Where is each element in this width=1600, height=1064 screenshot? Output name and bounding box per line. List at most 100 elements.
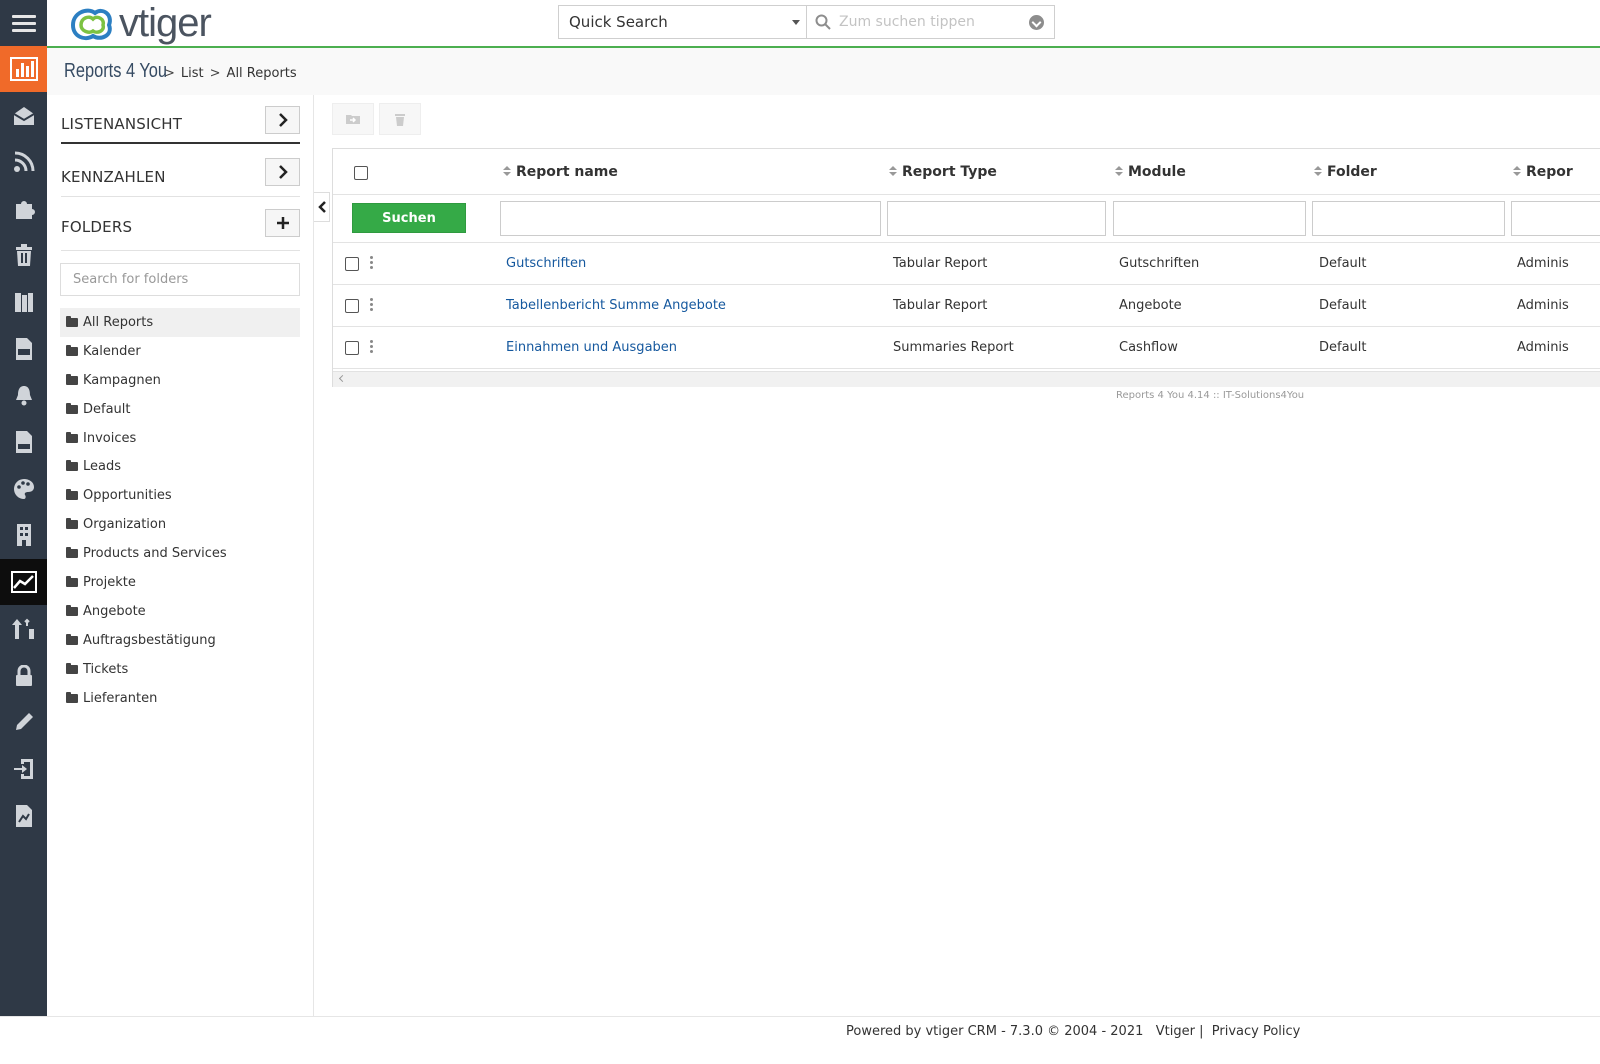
delete-button[interactable]	[379, 103, 421, 135]
move-to-folder-button[interactable]	[332, 103, 374, 135]
area-chart-icon[interactable]	[0, 559, 47, 605]
row-checkbox[interactable]	[345, 257, 359, 271]
folder-item-all-reports[interactable]: All Reports	[60, 308, 300, 337]
folder-label: Default	[83, 401, 131, 417]
folder-item[interactable]: Kampagnen	[60, 366, 300, 395]
column-header-folder[interactable]: Folder	[1314, 164, 1377, 180]
row-checkbox[interactable]	[345, 341, 359, 355]
folder-item[interactable]: Lieferanten	[60, 684, 300, 713]
folder-item[interactable]: Products and Services	[60, 539, 300, 568]
row-actions-icon[interactable]	[370, 256, 373, 270]
plus-icon	[276, 217, 289, 229]
quick-search-box[interactable]	[807, 5, 1055, 39]
chevron-right-icon	[278, 165, 288, 179]
puzzle-icon[interactable]	[0, 186, 47, 232]
report-type-cell: Summaries Report	[893, 340, 1014, 355]
kpis-title[interactable]: KENNZAHLEN	[61, 168, 166, 186]
owner-cell: Adminis	[1517, 340, 1569, 355]
import-icon[interactable]	[0, 746, 47, 792]
scroll-left-icon[interactable]	[338, 374, 347, 383]
folder-item[interactable]: Default	[60, 395, 300, 424]
filter-folder-input[interactable]	[1312, 201, 1505, 236]
sort-icon[interactable]	[0, 606, 47, 652]
column-header-label: Module	[1128, 164, 1186, 180]
vtiger-logo[interactable]: vtiger	[65, 1, 212, 45]
footer-vtiger-link[interactable]: Vtiger	[1156, 1024, 1195, 1039]
bar-chart-icon[interactable]	[0, 46, 47, 92]
list-view-title[interactable]: LISTENANSICHT	[61, 115, 182, 133]
folder-item[interactable]: Opportunities	[60, 481, 300, 510]
report-name-link[interactable]: Tabellenbericht Summe Angebote	[506, 298, 726, 313]
filter-module-input[interactable]	[1113, 201, 1306, 236]
rss-icon[interactable]	[0, 139, 47, 185]
chevron-right-icon	[278, 113, 288, 127]
palette-icon[interactable]	[0, 466, 47, 512]
row-checkbox[interactable]	[345, 299, 359, 313]
folder-item[interactable]: Invoices	[60, 424, 300, 453]
collapse-panel-button[interactable]	[314, 192, 330, 222]
folder-item[interactable]: Kalender	[60, 337, 300, 366]
book-icon[interactable]	[0, 279, 47, 325]
filter-report-type-input[interactable]	[887, 201, 1106, 236]
row-actions-icon[interactable]	[370, 298, 373, 312]
column-header-report-owner[interactable]: Repor	[1513, 164, 1573, 180]
table-header-row: Report name Report Type Module Folder Re…	[333, 149, 1600, 195]
folder-cell: Default	[1319, 298, 1367, 313]
filter-report-name-input[interactable]	[500, 201, 881, 236]
envelope-icon[interactable]	[0, 93, 47, 139]
mail-template-icon[interactable]	[0, 419, 47, 465]
logo-text: vtiger	[119, 1, 212, 45]
filter-row: Suchen	[333, 195, 1600, 243]
breadcrumb-module[interactable]: Reports 4 You	[64, 60, 167, 83]
folder-label: Invoices	[83, 430, 137, 446]
breadcrumb-list[interactable]: List	[181, 66, 204, 81]
quick-search-input[interactable]	[839, 10, 1019, 34]
search-button[interactable]: Suchen	[352, 203, 466, 233]
list-view-underline	[61, 142, 300, 144]
folder-search-input[interactable]	[60, 263, 300, 296]
row-actions-icon[interactable]	[370, 340, 373, 354]
column-header-label: Report Type	[902, 164, 997, 180]
divider	[61, 196, 300, 197]
folder-item[interactable]: Tickets	[60, 655, 300, 684]
folder-icon	[66, 402, 78, 414]
folder-icon	[66, 662, 78, 674]
list-view-expand-button[interactable]	[265, 106, 300, 134]
column-header-report-type[interactable]: Report Type	[889, 164, 997, 180]
footer-text: Powered by vtiger CRM - 7.3.0 © 2004 - 2…	[846, 1024, 1300, 1039]
report-name-link[interactable]: Gutschriften	[506, 256, 586, 271]
menu-toggle-icon[interactable]	[0, 0, 47, 46]
advanced-search-chevron-icon[interactable]	[1029, 15, 1044, 30]
horizontal-scrollbar[interactable]	[333, 371, 1600, 387]
building-icon[interactable]	[0, 512, 47, 558]
column-header-module[interactable]: Module	[1115, 164, 1186, 180]
report-file-icon[interactable]	[0, 793, 47, 839]
footer-powered-by: Powered by vtiger CRM - 7.3.0 © 2004 - 2…	[846, 1024, 1144, 1039]
table-row[interactable]: Tabellenbericht Summe Angebote Tabular R…	[333, 285, 1600, 327]
pdf-icon[interactable]	[0, 326, 47, 372]
sort-icon	[1314, 166, 1322, 178]
select-all-checkbox[interactable]	[354, 166, 368, 180]
table-row[interactable]: Einnahmen und Ausgaben Summaries Report …	[333, 327, 1600, 369]
kpis-expand-button[interactable]	[265, 158, 300, 186]
breadcrumb-all-reports[interactable]: All Reports	[227, 66, 297, 81]
quick-search-select[interactable]: Quick Search	[558, 5, 807, 39]
footer-privacy-link[interactable]: Privacy Policy	[1212, 1024, 1301, 1039]
folder-item[interactable]: Auftragsbestätigung	[60, 626, 300, 655]
report-type-cell: Tabular Report	[893, 256, 988, 271]
lock-icon[interactable]	[0, 653, 47, 699]
column-header-report-name[interactable]: Report name	[503, 164, 618, 180]
table-row[interactable]: Gutschriften Tabular Report Gutschriften…	[333, 243, 1600, 285]
bell-icon[interactable]	[0, 372, 47, 418]
folder-label: Kampagnen	[83, 372, 161, 388]
folder-item[interactable]: Projekte	[60, 568, 300, 597]
folder-item[interactable]: Organization	[60, 510, 300, 539]
report-name-link[interactable]: Einnahmen und Ausgaben	[506, 340, 677, 355]
trash-icon[interactable]	[0, 232, 47, 278]
folder-item[interactable]: Angebote	[60, 597, 300, 626]
folder-item[interactable]: Leads	[60, 452, 300, 481]
module-cell: Gutschriften	[1119, 256, 1200, 271]
add-folder-button[interactable]	[265, 209, 300, 237]
pencil-icon[interactable]	[0, 699, 47, 745]
filter-report-owner-input[interactable]	[1511, 201, 1600, 236]
